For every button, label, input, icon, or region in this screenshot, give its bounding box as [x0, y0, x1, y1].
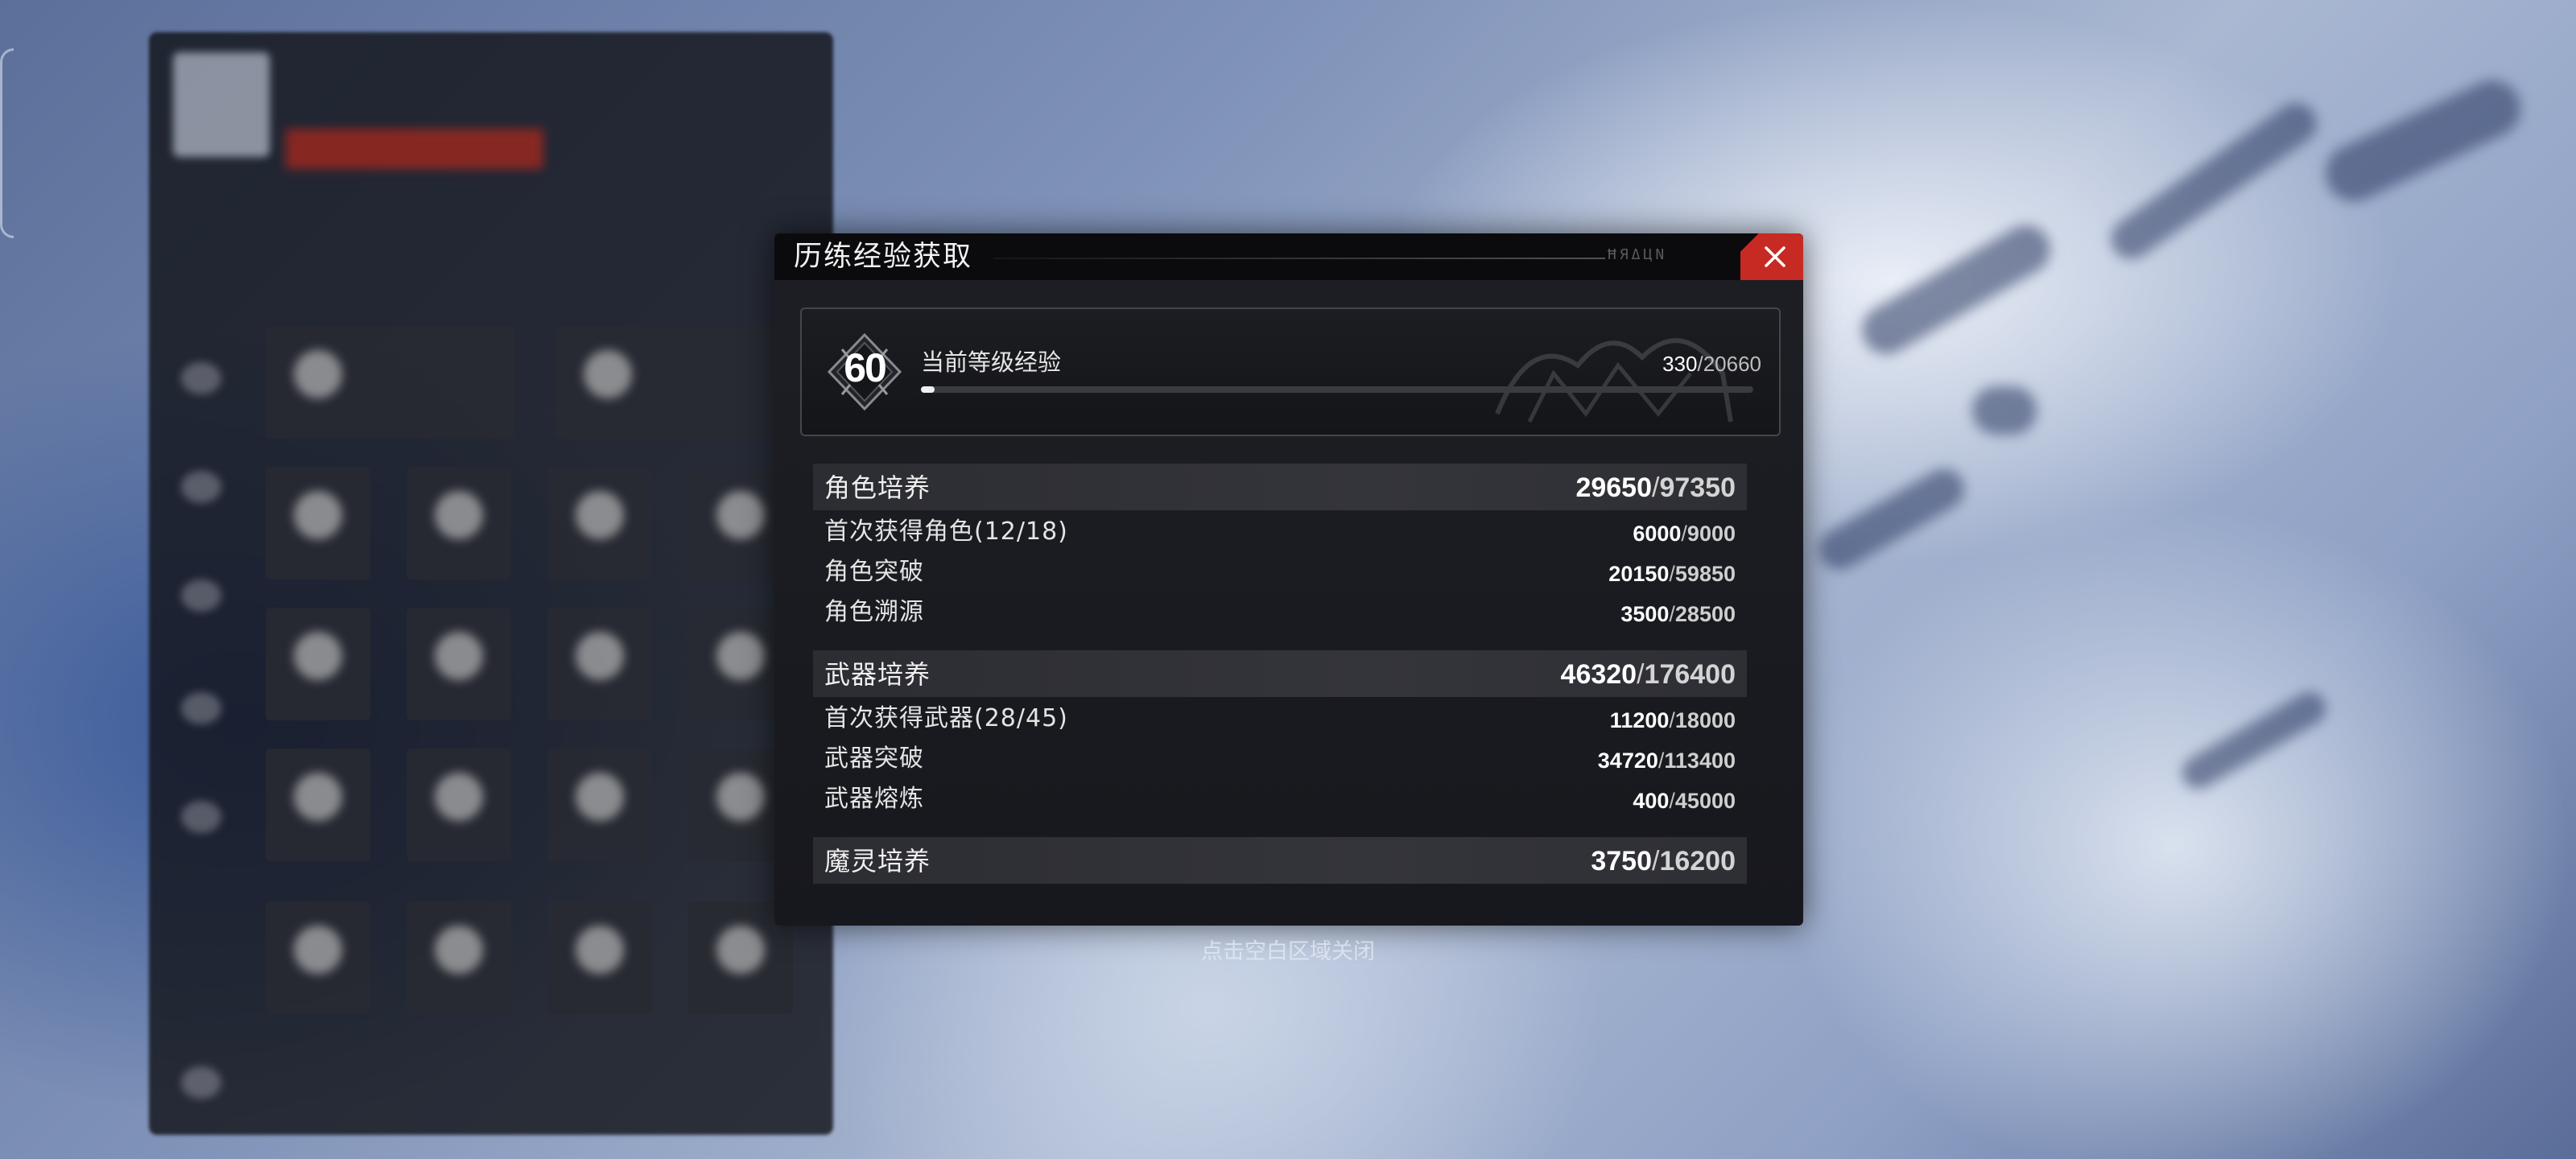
row-value: 11200/18000 — [1610, 707, 1736, 734]
row-value: 20150/59850 — [1608, 560, 1736, 588]
row-name: 首次获得武器(28/45) — [824, 704, 1068, 732]
row-separator: / — [1669, 789, 1675, 813]
section-name: 武器培养 — [824, 659, 931, 690]
dialog-header: 历练经验获取 ĦЯΔЦΝ — [774, 233, 1803, 280]
row-separator: / — [1669, 602, 1675, 626]
row-separator: / — [1669, 562, 1675, 586]
background-side-icon — [181, 801, 221, 833]
background-tile — [555, 326, 805, 439]
row-value: 400/45000 — [1633, 787, 1736, 815]
close-hint[interactable]: 点击空白区域关闭 — [1127, 936, 1449, 968]
background-tile — [547, 467, 652, 580]
background-tile — [407, 467, 511, 580]
row-value: 34720/113400 — [1598, 747, 1736, 774]
row-total: 9000 — [1686, 522, 1736, 546]
background-streak — [2103, 95, 2325, 267]
background-streak — [2316, 71, 2530, 211]
level-progress-fill — [921, 386, 935, 393]
background-tile — [547, 608, 652, 720]
level-number: 60 — [844, 345, 887, 390]
row-current: 3500 — [1620, 602, 1670, 626]
header-decoration-text: ĦЯΔЦΝ — [1608, 246, 1668, 263]
background-banner — [286, 129, 543, 169]
header-divider — [993, 258, 1605, 259]
background-tile — [547, 901, 652, 1014]
row-separator: / — [1669, 708, 1675, 732]
row-name: 角色溯源 — [824, 598, 924, 626]
row-name: 武器熔炼 — [824, 785, 924, 813]
background-streak — [1853, 217, 2059, 363]
section-name: 魔灵培养 — [824, 846, 931, 876]
section-total: 97350 — [1659, 472, 1736, 503]
experience-dialog: 历练经验获取 ĦЯΔЦΝ 60 当前等级经验 330/20660 角色培养 29… — [774, 233, 1803, 926]
background-side-icon — [181, 362, 221, 394]
background-side-icon — [181, 1066, 221, 1099]
background-tile — [266, 326, 515, 439]
background-tile — [266, 901, 370, 1014]
game-screen[interactable]: 历练经验获取 ĦЯΔЦΝ 60 当前等级经验 330/20660 角色培养 29… — [0, 0, 2576, 1159]
row-value: 3500/28500 — [1620, 600, 1736, 628]
level-exp-total: 20660 — [1703, 352, 1761, 376]
row-total: 45000 — [1674, 789, 1736, 813]
section-weapon: 武器培养 46320/176400 — [813, 650, 1747, 697]
section-value: 29650/97350 — [1575, 472, 1736, 504]
background-edge-handle — [0, 48, 14, 238]
section-name: 角色培养 — [824, 472, 931, 503]
background-streak — [2176, 686, 2332, 795]
row-value: 6000/9000 — [1633, 520, 1736, 547]
background-tile — [266, 608, 370, 720]
current-level-panel: 60 当前等级经验 330/20660 — [800, 307, 1781, 436]
row-current: 400 — [1633, 789, 1670, 813]
list-item: 角色突破 20150/59850 — [824, 554, 1747, 591]
background-tile — [407, 901, 511, 1014]
row-name: 首次获得角色(12/18) — [824, 518, 1068, 546]
background-streak — [1811, 461, 1972, 577]
section-spirit: 魔灵培养 3750/16200 — [813, 837, 1747, 884]
background-tile — [407, 608, 511, 720]
section-value: 46320/176400 — [1561, 658, 1736, 691]
row-separator: / — [1681, 522, 1687, 546]
level-label: 当前等级经验 — [921, 349, 1062, 376]
list-item: 角色溯源 3500/28500 — [824, 594, 1747, 631]
background-side-icon — [181, 692, 221, 724]
row-current: 6000 — [1633, 522, 1682, 546]
background-streak — [1972, 386, 2037, 435]
close-button[interactable] — [1740, 233, 1803, 280]
section-current: 29650 — [1575, 472, 1652, 503]
list-item: 首次获得角色(12/18) 6000/9000 — [824, 514, 1747, 551]
section-value: 3750/16200 — [1591, 845, 1736, 877]
section-total: 16200 — [1659, 846, 1736, 876]
dialog-title: 历练经验获取 — [794, 241, 973, 273]
list-item: 武器熔炼 400/45000 — [824, 781, 1747, 818]
row-total: 28500 — [1674, 602, 1736, 626]
row-current: 20150 — [1608, 562, 1670, 586]
list-item: 首次获得武器(28/45) 11200/18000 — [824, 700, 1747, 737]
row-name: 角色突破 — [824, 558, 924, 586]
level-exp-value: 330/20660 — [1662, 351, 1761, 377]
level-progress-bar — [921, 386, 1753, 393]
row-total: 59850 — [1674, 562, 1736, 586]
section-separator: / — [1637, 659, 1645, 690]
section-character: 角色培养 29650/97350 — [813, 464, 1747, 510]
level-exp-separator: / — [1697, 352, 1703, 376]
background-tile — [266, 749, 370, 861]
background-tile — [266, 467, 370, 580]
close-icon — [1765, 246, 1785, 267]
background-tile — [407, 749, 511, 861]
background-side-icon — [181, 471, 221, 503]
row-current: 11200 — [1609, 708, 1670, 732]
list-item: 武器突破 34720/113400 — [824, 740, 1747, 777]
background-avatar — [173, 52, 270, 157]
background-tile — [547, 749, 652, 861]
section-current: 3750 — [1591, 846, 1652, 876]
section-current: 46320 — [1560, 659, 1637, 690]
background-side-icon — [181, 580, 221, 612]
row-total: 18000 — [1674, 708, 1736, 732]
level-exp-current: 330 — [1662, 352, 1698, 376]
row-current: 34720 — [1597, 749, 1658, 773]
row-total: 113400 — [1664, 749, 1736, 773]
section-total: 176400 — [1644, 659, 1736, 690]
row-name: 武器突破 — [824, 744, 924, 773]
